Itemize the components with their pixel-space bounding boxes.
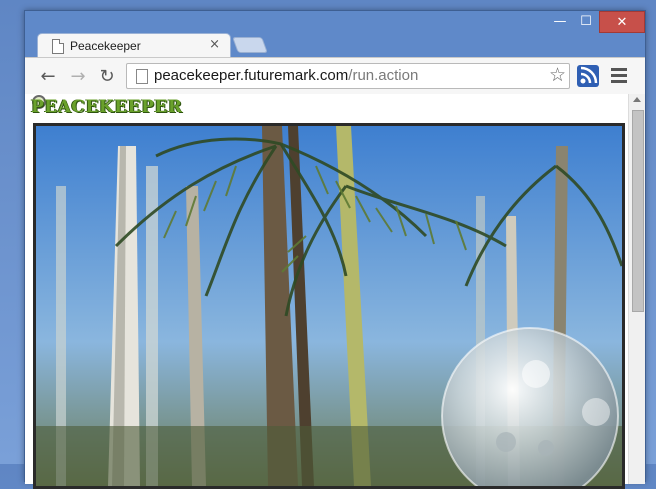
close-window-button[interactable]: ✕ xyxy=(599,11,645,33)
reload-button[interactable]: ↻ xyxy=(96,65,118,87)
vertical-scrollbar[interactable] xyxy=(628,94,645,484)
page-icon xyxy=(52,39,64,54)
tab-peacekeeper[interactable]: Peacekeeper × xyxy=(37,33,231,58)
scroll-thumb[interactable] xyxy=(632,110,644,312)
peacekeeper-logo: PEACEKEEPER xyxy=(31,97,183,117)
address-bar[interactable]: peacekeeper.futuremark.com/run.action ☆ xyxy=(126,63,570,89)
hamburger-menu-icon[interactable] xyxy=(611,68,627,84)
browser-window: — ☐ ✕ Peacekeeper × ← → ↻ peacekeeper.fu… xyxy=(24,10,646,489)
new-tab-button[interactable] xyxy=(232,37,268,53)
bookmark-star-icon[interactable]: ☆ xyxy=(549,64,566,86)
back-arrow-icon: ← xyxy=(40,65,56,87)
page-icon xyxy=(136,69,148,84)
url-text[interactable]: peacekeeper.futuremark.com/run.action xyxy=(154,67,418,84)
url-host: peacekeeper.futuremark.com xyxy=(154,67,349,84)
url-path: /run.action xyxy=(348,67,419,84)
benchmark-scene xyxy=(33,123,625,489)
forward-arrow-icon: → xyxy=(70,65,86,87)
reload-icon: ↻ xyxy=(99,65,115,87)
tab-title: Peacekeeper xyxy=(70,39,141,53)
forest-scene-image xyxy=(36,126,622,486)
forward-button[interactable]: → xyxy=(67,65,89,87)
browser-toolbar: ← → ↻ peacekeeper.futuremark.com/run.act… xyxy=(25,57,645,94)
back-button[interactable]: ← xyxy=(37,65,59,87)
scroll-up-arrow-icon[interactable] xyxy=(633,97,641,102)
minimize-button[interactable]: — xyxy=(547,11,573,31)
maximize-button[interactable]: ☐ xyxy=(573,11,599,31)
window-controls: — ☐ ✕ xyxy=(547,11,645,33)
close-tab-icon[interactable]: × xyxy=(209,37,220,52)
page-content: PEACEKEEPER xyxy=(25,94,645,489)
rss-icon[interactable] xyxy=(577,65,599,87)
